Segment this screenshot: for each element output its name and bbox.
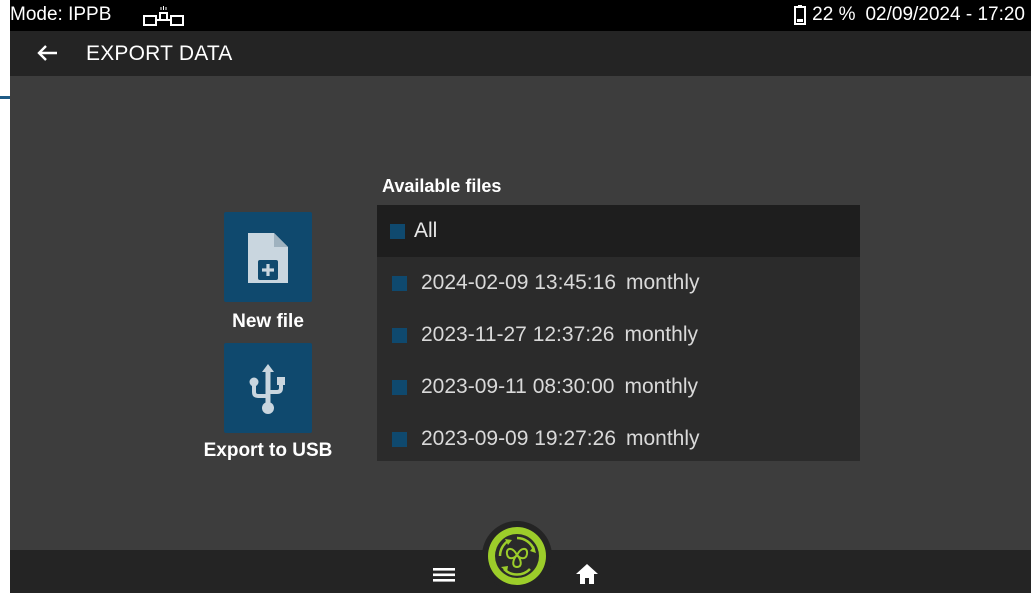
file-type: monthly [624,323,698,346]
usb-icon [249,364,285,414]
file-date: 2024-02-09 13:45:16 [421,271,616,294]
file-type: monthly [624,375,698,398]
file-date: 2023-09-09 19:27:26 [421,427,616,450]
file-row[interactable]: 2023-09-09 19:27:26 monthly [377,413,860,461]
home-icon[interactable] [573,561,601,587]
datetime-display: 02/09/2024 - 17:20 [865,4,1025,25]
file-checkbox[interactable] [392,275,407,291]
hamburger-menu-icon[interactable] [430,561,458,587]
battery-level: 22 % [812,4,856,25]
available-files-heading: Available files [382,176,502,196]
select-all-checkbox[interactable] [390,223,405,239]
device-screen: Mode: IPPB 22 % 02/09/2024 - 17:20 EXPOR… [10,0,1031,593]
back-arrow-icon[interactable] [34,39,62,67]
page-title: EXPORT DATA [86,42,233,65]
recycle-lung-logo-icon [488,527,546,585]
logo-button[interactable] [482,521,552,591]
file-type: monthly [626,271,700,294]
file-checkbox[interactable] [392,327,407,343]
mode-label: Mode: IPPB [10,4,112,25]
file-checkbox[interactable] [392,379,407,395]
new-file-label: New file [232,311,304,332]
device-connector-icon [143,6,184,26]
file-date: 2023-11-27 12:37:26 [421,323,615,346]
files-list[interactable]: All 2024-02-09 13:45:16 monthly 2023-11-… [377,205,860,461]
file-plus-icon [248,233,288,283]
new-file-button[interactable] [224,212,312,302]
file-type: monthly [626,427,700,450]
status-right-group: 22 % 02/09/2024 - 17:20 [794,4,1025,26]
export-to-usb-label: Export to USB [203,440,333,461]
select-all-label: All [414,219,438,242]
export-to-usb-button[interactable] [224,343,312,433]
battery-icon [794,5,807,25]
title-bar: EXPORT DATA [10,31,1031,76]
file-row[interactable]: 2024-02-09 13:45:16 monthly [377,257,860,309]
file-checkbox[interactable] [392,431,407,447]
file-row-all[interactable]: All [377,205,860,257]
status-bar: Mode: IPPB 22 % 02/09/2024 - 17:20 [10,0,1031,31]
file-date: 2023-09-11 08:30:00 [421,375,615,398]
file-row[interactable]: 2023-09-11 08:30:00 monthly [377,361,860,413]
file-row[interactable]: 2023-11-27 12:37:26 monthly [377,309,860,361]
